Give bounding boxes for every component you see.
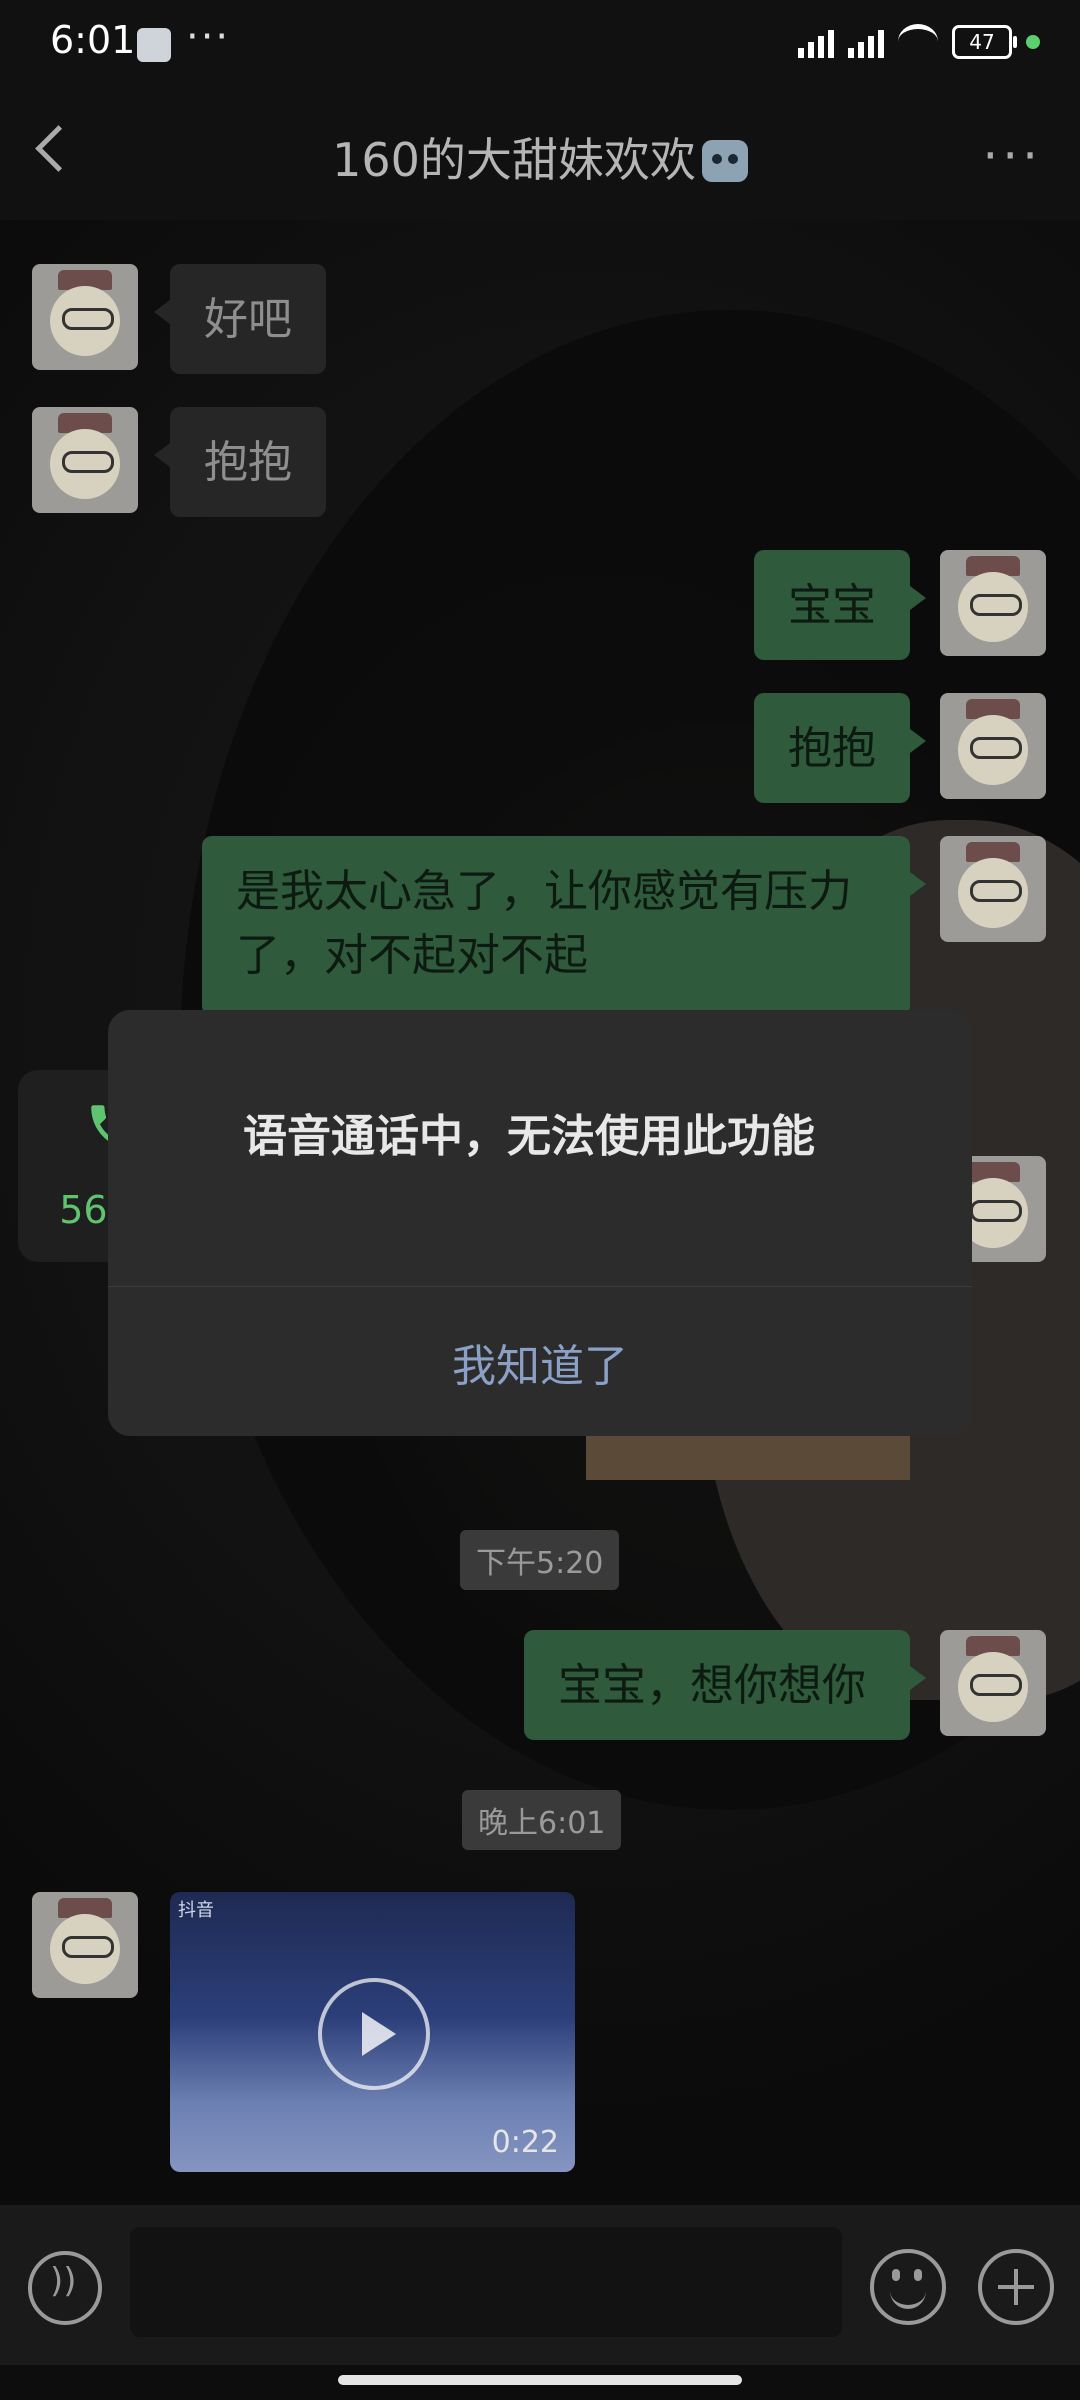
avatar-me[interactable] <box>940 693 1046 799</box>
dialog-divider <box>108 1286 972 1287</box>
avatar-contact[interactable] <box>32 407 138 513</box>
message-bubble-in[interactable]: 好吧 <box>154 264 326 374</box>
message-bubble-out[interactable]: 抱抱 <box>754 693 926 803</box>
battery-level: 47 <box>969 29 995 54</box>
video-message[interactable]: 抖音 0:22 <box>170 1892 575 2172</box>
chat-title-text: 160的大甜妹欢欢 <box>332 133 696 187</box>
robot-emoji-icon <box>701 140 748 182</box>
signal-icon <box>848 26 884 58</box>
chat-header: 160的大甜妹欢欢 ··· <box>0 92 1080 220</box>
timestamp: 下午5:20 <box>460 1530 620 1590</box>
image-message-partial[interactable] <box>586 1435 910 1480</box>
timestamp: 晚上6:01 <box>462 1790 622 1850</box>
home-indicator[interactable] <box>338 2375 742 2385</box>
message-bubble-out[interactable]: 是我太心急了，让你感觉有压力了，对不起对不起 <box>202 836 926 1016</box>
more-dots-icon[interactable]: ··· <box>982 131 1042 181</box>
dialog-message: 语音通话中，无法使用此功能 <box>243 1111 815 1162</box>
dialog-ok-button[interactable]: 我知道了 <box>108 1330 972 1394</box>
message-bubble-out[interactable]: 宝宝 <box>754 550 926 660</box>
voice-icon[interactable] <box>28 2251 102 2325</box>
avatar-contact[interactable] <box>32 1892 138 1998</box>
signal-icon <box>798 26 834 58</box>
wifi-icon <box>898 24 938 59</box>
chat-title: 160的大甜妹欢欢 <box>0 124 1080 190</box>
green-dot-icon <box>1026 34 1040 49</box>
video-watermark: 抖音 <box>178 1900 214 1921</box>
alert-dialog: 语音通话中，无法使用此功能 我知道了 <box>108 1010 972 1436</box>
play-icon[interactable] <box>318 1978 430 2090</box>
input-bar <box>0 2205 1080 2365</box>
message-bubble-in[interactable]: 抱抱 <box>154 407 326 517</box>
message-input[interactable] <box>130 2227 842 2337</box>
message-bubble-out[interactable]: 宝宝，想你想你 <box>524 1630 926 1740</box>
status-time: 6:01 <box>50 18 136 62</box>
wrench-icon <box>137 28 171 62</box>
plus-icon[interactable] <box>978 2249 1054 2325</box>
avatar-me[interactable] <box>940 1630 1046 1736</box>
battery-icon: 47 <box>952 24 1017 59</box>
video-duration: 0:22 <box>491 2125 559 2160</box>
status-right: 47 <box>798 24 1040 59</box>
emoji-icon[interactable] <box>870 2249 946 2325</box>
avatar-me[interactable] <box>940 836 1046 942</box>
status-bar: 6:01 ··· 47 <box>0 0 1080 92</box>
avatar-me[interactable] <box>940 550 1046 656</box>
avatar-contact[interactable] <box>32 264 138 370</box>
more-dots-icon: ··· <box>186 14 231 60</box>
